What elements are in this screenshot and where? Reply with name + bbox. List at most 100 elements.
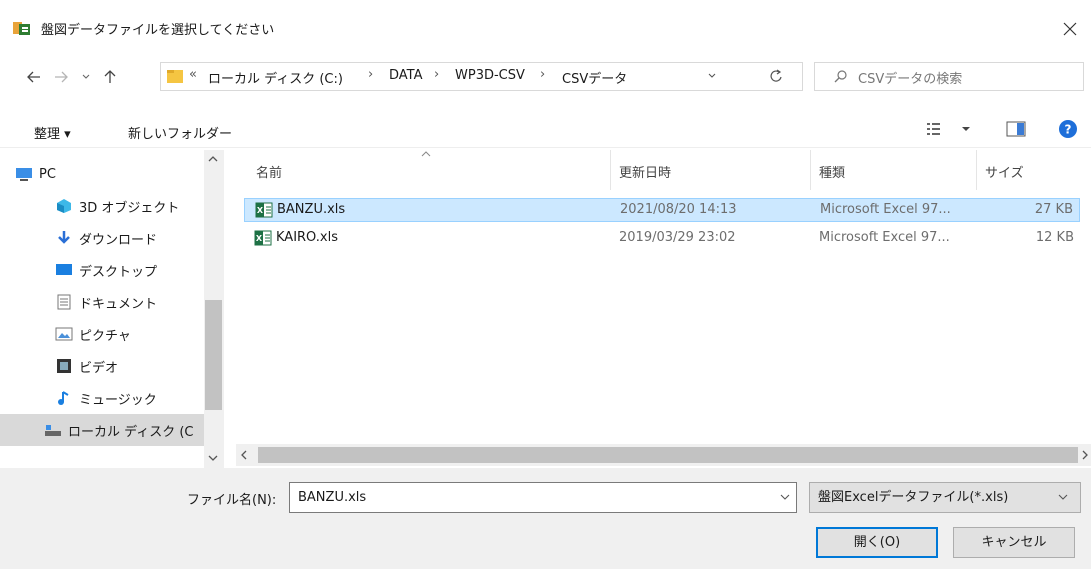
back-arrow-icon [27,71,40,83]
nav-item-desktop[interactable]: デスクトップ [0,254,204,286]
breadcrumb-separator: › [434,67,440,82]
nav-item-label: 3D オブジェクト [79,200,180,216]
scroll-down-icon[interactable] [207,453,219,463]
nav-item-label: ミュージック [79,392,157,408]
filename-label: ファイル名(N): [187,493,277,508]
back-button[interactable] [23,66,45,88]
column-divider[interactable] [976,150,977,190]
up-arrow-icon [104,70,116,83]
column-header-modified[interactable]: 更新日時 [619,162,671,181]
file-name: KAIRO.xls [276,230,338,245]
file-size: 27 KB [1034,202,1073,217]
forward-button[interactable] [50,66,72,88]
nav-item-label: ダウンロード [79,232,158,248]
forward-arrow-icon [55,71,68,83]
breadcrumb-overflow[interactable]: « [189,67,197,82]
column-divider[interactable] [610,150,611,190]
column-header-size[interactable]: サイズ [985,162,1024,181]
drive-icon [45,425,61,436]
search-placeholder: CSVデータの検索 [858,72,963,87]
svg-text:X: X [257,206,264,215]
breadcrumb-csv-data[interactable]: CSVデータ [562,68,627,87]
nav-item-documents[interactable]: ドキュメント [0,286,204,318]
nav-item-pictures[interactable]: ピクチャ [0,318,204,350]
view-list-icon [927,123,970,135]
sort-ascending-icon [420,150,432,158]
breadcrumb-separator: › [540,67,546,82]
file-size: 12 KB [1035,230,1074,245]
file-type: Microsoft Excel 97... [820,202,951,217]
nav-item-label: ビデオ [79,360,119,376]
download-icon [58,231,70,244]
file-type-filter[interactable]: 盤図Excelデータファイル(*.xls) [809,482,1081,513]
excel-file-icon: X [255,202,273,218]
chevron-down-icon [1058,494,1068,500]
close-icon [1063,22,1077,36]
open-button[interactable]: 開く(O) [816,527,938,558]
window-title: 盤図データファイルを選択してください [41,23,275,38]
video-icon [57,359,71,373]
column-divider[interactable] [810,150,811,190]
nav-item-3d-objects[interactable]: 3D オブジェクト [0,190,204,222]
navigation-pane[interactable]: PC 3D オブジェクト ダウンロード デスクトップ ドキュメント ピクチャ ビ… [0,150,230,468]
recent-locations-button[interactable] [75,66,97,88]
column-header-type[interactable]: 種類 [819,162,845,181]
organize-button[interactable]: 整理 ▾ [34,123,71,142]
scroll-right-icon[interactable] [1080,449,1090,461]
refresh-button[interactable] [744,62,803,91]
pictures-icon [55,327,73,341]
chevron-down-icon [780,494,790,500]
new-folder-button[interactable]: 新しいフォルダー [128,123,232,142]
folder-icon [166,67,184,85]
chevron-down-icon [82,74,90,79]
app-icon [13,20,31,36]
nav-item-pc[interactable]: PC [0,158,204,190]
filter-label: 盤図Excelデータファイル(*.xls) [818,490,1009,505]
refresh-icon [770,69,782,82]
breadcrumb-separator: › [368,67,374,82]
breadcrumb-wp3d-csv[interactable]: WP3D-CSV [455,68,525,83]
desktop-icon [56,264,72,275]
search-icon [834,69,848,83]
help-button[interactable]: ? [1058,119,1078,139]
file-modified: 2019/03/29 23:02 [619,230,736,245]
nav-item-label: ピクチャ [79,328,131,344]
nav-item-label: PC [39,166,56,182]
scroll-left-icon[interactable] [238,449,250,461]
file-row-kairo[interactable]: X KAIRO.xls 2019/03/29 23:02 Microsoft E… [244,227,1080,251]
help-icon: ? [1059,120,1077,138]
file-modified: 2021/08/20 14:13 [620,202,737,217]
column-header-name[interactable]: 名前 [256,162,282,181]
excel-file-icon: X [254,230,272,246]
file-list[interactable] [236,150,1091,452]
nav-item-label: ローカル ディスク (C [68,424,194,440]
file-name: BANZU.xls [277,202,346,217]
pc-icon [16,168,32,181]
preview-pane-button[interactable] [1006,120,1026,138]
document-icon [57,294,71,310]
file-type: Microsoft Excel 97... [819,230,950,245]
filename-input[interactable]: BANZU.xls [289,482,797,513]
close-button[interactable] [1056,15,1084,43]
nav-item-downloads[interactable]: ダウンロード [0,222,204,254]
breadcrumb-local-disk[interactable]: ローカル ディスク (C:) [208,68,343,87]
scroll-up-icon[interactable] [207,154,219,164]
horizontal-scrollbar-thumb[interactable] [258,447,1078,463]
3d-objects-icon [57,199,71,213]
nav-item-videos[interactable]: ビデオ [0,350,204,382]
filename-dropdown-button[interactable] [775,483,795,512]
view-options-button[interactable] [926,120,978,138]
nav-item-music[interactable]: ミュージック [0,382,204,414]
nav-item-label: デスクトップ [79,264,158,280]
svg-text:X: X [256,234,263,243]
address-dropdown-button[interactable] [706,70,718,82]
svg-text:?: ? [1065,123,1072,137]
nav-item-label: ドキュメント [79,296,158,312]
breadcrumb-data[interactable]: DATA [389,68,423,83]
nav-item-local-disk[interactable]: ローカル ディスク (C [0,414,204,446]
up-button[interactable] [99,66,121,88]
cancel-button[interactable]: キャンセル [953,527,1075,558]
file-row-banzu[interactable]: X BANZU.xls 2021/08/20 14:13 Microsoft E… [244,198,1080,222]
nav-scrollbar-thumb[interactable] [205,300,222,410]
chevron-down-icon [708,73,716,78]
